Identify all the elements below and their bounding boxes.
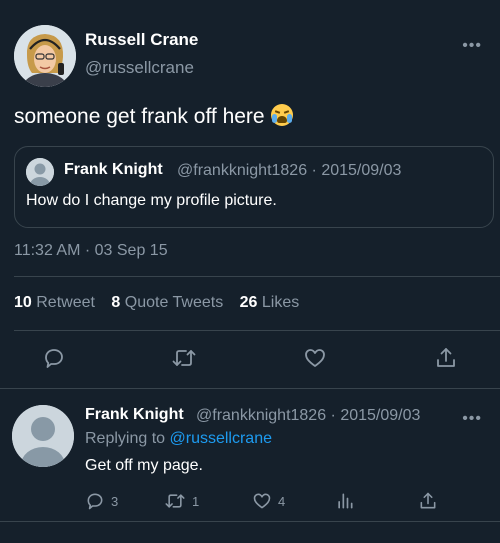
reply-reply-button[interactable]: 3 bbox=[85, 489, 118, 513]
tweet-text: someone get frank off here bbox=[14, 104, 293, 129]
reply-count: 3 bbox=[111, 493, 119, 509]
reply-like-button[interactable]: 4 bbox=[252, 489, 285, 513]
quoted-tweet-text: How do I change my profile picture. bbox=[26, 192, 277, 209]
quoted-tweet-card[interactable] bbox=[14, 146, 494, 228]
share-button[interactable] bbox=[431, 343, 461, 373]
divider bbox=[0, 521, 500, 522]
reply-author-avatar[interactable] bbox=[12, 405, 74, 467]
avatar[interactable] bbox=[14, 25, 76, 87]
divider bbox=[14, 330, 500, 331]
quotes-count[interactable]: 8 bbox=[111, 294, 120, 311]
retweet-icon bbox=[165, 494, 185, 508]
share-icon bbox=[420, 492, 436, 509]
tweet-stats: 10 Retweet 8 Quote Tweets 26 Likes bbox=[14, 294, 311, 312]
retweet-button[interactable] bbox=[169, 343, 199, 373]
divider bbox=[14, 276, 500, 277]
reply-text: Get off my page. bbox=[85, 457, 203, 474]
retweet-count: 1 bbox=[192, 493, 200, 509]
replying-to: Replying to @russellcrane bbox=[85, 430, 272, 448]
reply-button[interactable] bbox=[39, 343, 69, 373]
reply-share-button[interactable] bbox=[418, 489, 438, 513]
replying-to-label: Replying to bbox=[85, 430, 166, 447]
more-options-icon[interactable]: ••• bbox=[462, 37, 482, 55]
share-icon bbox=[437, 348, 455, 367]
quoted-author-avatar[interactable] bbox=[26, 158, 54, 186]
like-count: 4 bbox=[278, 493, 286, 509]
reply-author-name[interactable]: Frank Knight bbox=[85, 406, 184, 424]
divider bbox=[0, 388, 500, 389]
replying-to-handle-link[interactable]: @russellcrane bbox=[170, 430, 273, 447]
reply-icon bbox=[45, 349, 63, 368]
retweets-count[interactable]: 10 bbox=[14, 294, 32, 311]
reply-author-meta: @frankknight1826 · 2015/09/03 bbox=[196, 407, 421, 424]
crying-face-emoji-icon bbox=[270, 104, 293, 126]
reply-more-options-icon[interactable]: ••• bbox=[462, 410, 482, 428]
author-handle[interactable]: @russellcrane bbox=[85, 58, 194, 78]
author-name[interactable]: Russell Crane bbox=[85, 30, 198, 50]
likes-count[interactable]: 26 bbox=[240, 294, 258, 311]
analytics-button[interactable] bbox=[335, 489, 355, 513]
quotes-label[interactable]: Quote Tweets bbox=[125, 294, 223, 311]
likes-label[interactable]: Likes bbox=[262, 294, 299, 311]
analytics-icon bbox=[338, 493, 353, 509]
reply-icon bbox=[87, 493, 103, 510]
like-button[interactable] bbox=[300, 343, 330, 373]
like-icon bbox=[253, 493, 271, 509]
reply-retweet-button[interactable]: 1 bbox=[164, 489, 199, 513]
like-icon bbox=[305, 349, 325, 367]
tweet-body: someone get frank off here bbox=[14, 105, 265, 128]
quoted-author-name[interactable]: Frank Knight bbox=[64, 161, 163, 179]
tweet-timestamp[interactable]: 11:32 AM · 03 Sep 15 bbox=[14, 242, 168, 260]
retweet-icon bbox=[172, 350, 196, 366]
quoted-author-meta: @frankknight1826 · 2015/09/03 bbox=[177, 162, 402, 179]
retweets-label[interactable]: Retweet bbox=[36, 294, 95, 311]
